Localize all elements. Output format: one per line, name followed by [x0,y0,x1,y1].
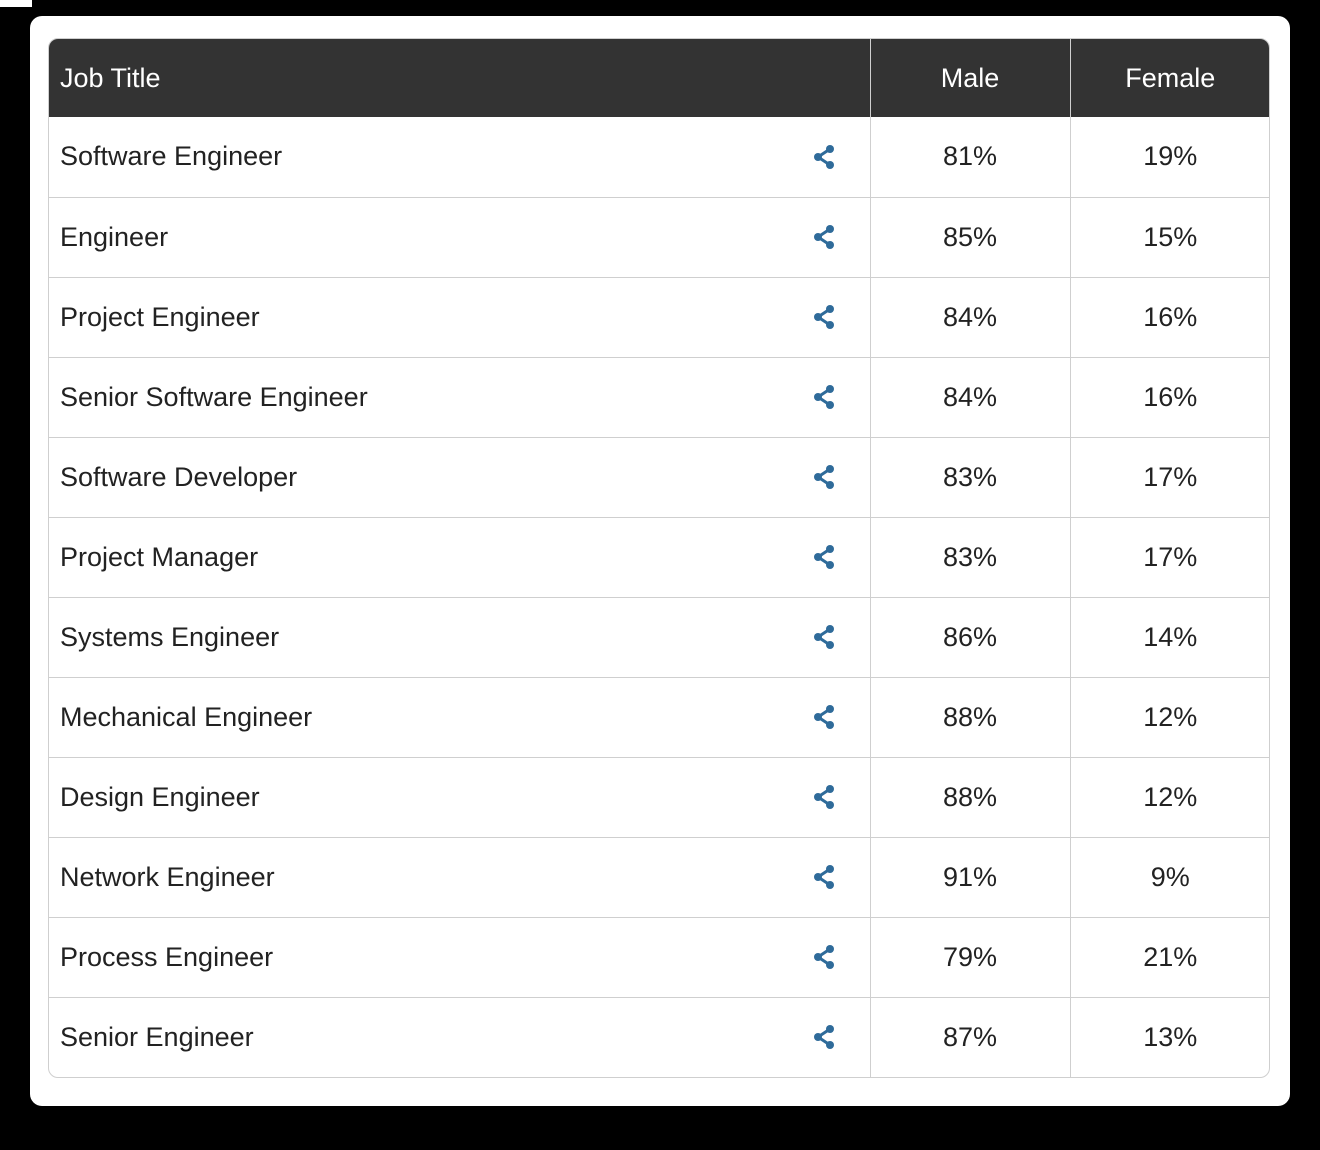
male-percent-cell: 87% [869,996,1070,1077]
job-title-cell: Project Engineer [49,276,870,357]
job-title-text: Software Developer [60,461,298,492]
job-title-cell: Senior Engineer [49,996,870,1077]
table-row: Engineer 85% 15% [49,196,1269,277]
job-title-cell: Engineer [49,196,870,277]
job-title-cell: Mechanical Engineer [49,676,870,757]
table-row: Design Engineer 88% 12% [49,756,1269,837]
share-icon[interactable] [811,1024,837,1050]
job-title-cell: Design Engineer [49,756,870,837]
female-percent-cell: 15% [1069,196,1269,277]
male-percent-cell: 88% [869,756,1070,837]
table-row: Software Developer 83% 17% [49,436,1269,517]
female-percent-cell: 17% [1069,436,1269,517]
male-percent-cell: 79% [869,916,1070,997]
share-icon[interactable] [811,224,837,250]
job-title-text: Systems Engineer [60,621,280,652]
share-icon[interactable] [811,464,837,490]
share-icon[interactable] [811,144,837,170]
job-title-cell: Process Engineer [49,916,870,997]
female-percent-cell: 9% [1069,836,1269,917]
male-percent-cell: 84% [869,356,1070,437]
male-percent-cell: 84% [869,276,1070,357]
header-male: Male [869,39,1070,117]
table-row: Mechanical Engineer 88% 12% [49,676,1269,757]
table-row: Project Manager 83% 17% [49,516,1269,597]
job-title-text: Project Manager [60,541,259,572]
female-percent-cell: 12% [1069,676,1269,757]
table-card: Job Title Male Female Software Engineer … [30,16,1290,1106]
male-percent-cell: 83% [869,436,1070,517]
job-title-text: Senior Software Engineer [60,381,368,412]
job-title-text: Project Engineer [60,301,260,332]
male-percent-cell: 86% [869,596,1070,677]
share-icon[interactable] [811,304,837,330]
male-percent-cell: 85% [869,196,1070,277]
table-row: Systems Engineer 86% 14% [49,596,1269,677]
female-percent-cell: 17% [1069,516,1269,597]
male-percent-cell: 91% [869,836,1070,917]
job-title-cell: Software Engineer [49,117,870,197]
table-header: Job Title Male Female [49,39,1269,117]
share-icon[interactable] [811,624,837,650]
female-percent-cell: 16% [1069,356,1269,437]
corner-mark [0,0,32,7]
job-title-text: Process Engineer [60,941,274,972]
male-percent-cell: 88% [869,676,1070,757]
job-title-text: Network Engineer [60,861,275,892]
share-icon[interactable] [811,704,837,730]
header-row: Job Title Male Female [49,39,1269,117]
job-title-cell: Software Developer [49,436,870,517]
male-percent-cell: 83% [869,516,1070,597]
header-female: Female [1069,39,1269,117]
job-title-text: Design Engineer [60,781,260,812]
gender-ratio-table: Job Title Male Female Software Engineer … [49,39,1269,1077]
table-container: Job Title Male Female Software Engineer … [48,38,1270,1078]
job-title-cell: Project Manager [49,516,870,597]
job-title-cell: Senior Software Engineer [49,356,870,437]
table-row: Process Engineer 79% 21% [49,916,1269,997]
table-row: Project Engineer 84% 16% [49,276,1269,357]
share-icon[interactable] [811,944,837,970]
job-title-cell: Network Engineer [49,836,870,917]
table-body: Software Engineer 81% 19% Engineer 85% 1… [49,117,1269,1077]
female-percent-cell: 19% [1069,117,1269,197]
female-percent-cell: 12% [1069,756,1269,837]
job-title-cell: Systems Engineer [49,596,870,677]
job-title-text: Software Engineer [60,141,283,172]
male-percent-cell: 81% [869,117,1070,197]
share-icon[interactable] [811,384,837,410]
female-percent-cell: 13% [1069,996,1269,1077]
table-row: Software Engineer 81% 19% [49,117,1269,197]
female-percent-cell: 21% [1069,916,1269,997]
table-row: Senior Software Engineer 84% 16% [49,356,1269,437]
header-job-title: Job Title [49,39,870,117]
share-icon[interactable] [811,544,837,570]
female-percent-cell: 16% [1069,276,1269,357]
job-title-text: Engineer [60,221,169,252]
share-icon[interactable] [811,784,837,810]
table-row: Network Engineer 91% 9% [49,836,1269,917]
share-icon[interactable] [811,864,837,890]
female-percent-cell: 14% [1069,596,1269,677]
job-title-text: Mechanical Engineer [60,701,313,732]
job-title-text: Senior Engineer [60,1021,254,1052]
table-row: Senior Engineer 87% 13% [49,996,1269,1077]
